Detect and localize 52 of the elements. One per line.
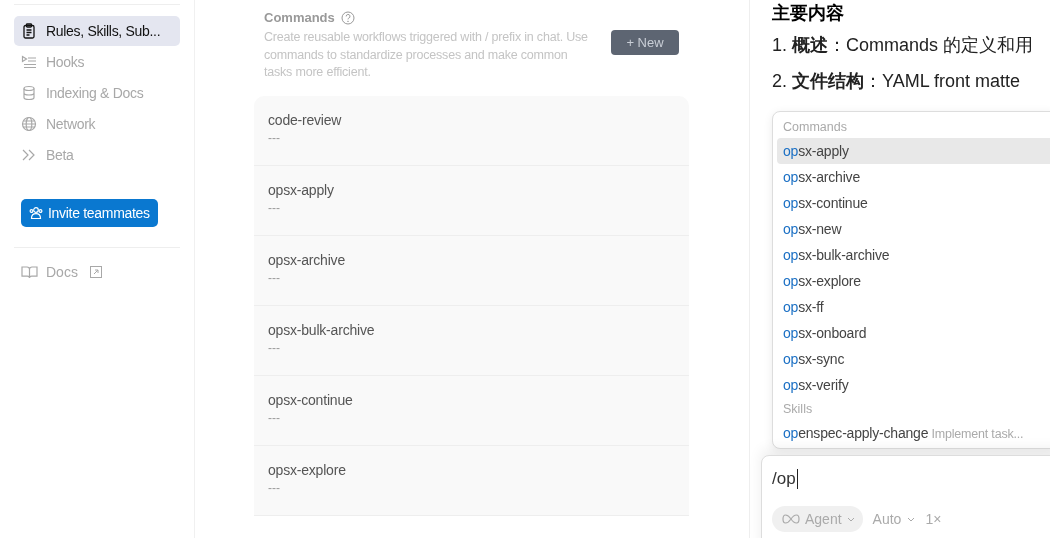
command-detail: --- bbox=[268, 340, 280, 355]
suggestion-item[interactable]: opsx-verify bbox=[777, 372, 1050, 398]
suggestion-item[interactable]: opsx-sync bbox=[777, 346, 1050, 372]
section-title: Commands bbox=[264, 10, 335, 25]
database-icon bbox=[21, 85, 37, 101]
sidebar-item[interactable]: Rules, Skills, Sub... bbox=[14, 16, 180, 46]
clipboard-icon bbox=[21, 23, 37, 39]
suggestion-item[interactable]: opsx-onboard bbox=[777, 320, 1050, 346]
chevron-down-icon bbox=[846, 516, 855, 522]
command-row[interactable]: opsx-continue --- bbox=[254, 375, 689, 446]
command-detail: --- bbox=[268, 410, 280, 425]
popup-section-title: Skills bbox=[782, 401, 814, 418]
message-line: 2. 文件结构：YAML front matte bbox=[772, 70, 1022, 93]
suggestion-item[interactable]: opsx-apply bbox=[777, 138, 1050, 164]
chevron-down-icon bbox=[907, 516, 916, 522]
command-name: code-review bbox=[268, 111, 342, 128]
external-link-icon bbox=[89, 266, 102, 278]
new-button[interactable]: + New bbox=[611, 30, 679, 55]
suggestion-item[interactable]: opsx-ff bbox=[777, 294, 1050, 320]
command-detail: --- bbox=[268, 270, 280, 285]
people-icon bbox=[29, 206, 43, 220]
suggestion-item[interactable]: opsx-archive bbox=[777, 164, 1050, 190]
invite-button[interactable]: Invite teammates bbox=[21, 199, 158, 227]
input-text: /op bbox=[772, 469, 796, 489]
command-row[interactable]: opsx-bulk-archive --- bbox=[254, 305, 689, 376]
book-icon bbox=[21, 264, 38, 280]
command-name: opsx-bulk-archive bbox=[268, 321, 375, 338]
chevrons-icon bbox=[21, 147, 37, 163]
command-name: opsx-continue bbox=[268, 391, 353, 408]
command-detail: --- bbox=[268, 200, 280, 215]
command-detail: --- bbox=[268, 130, 280, 145]
command-detail: --- bbox=[268, 480, 280, 495]
command-row[interactable]: opsx-explore --- bbox=[254, 445, 689, 516]
command-row[interactable]: code-review --- bbox=[254, 95, 689, 166]
infinity-icon bbox=[782, 514, 800, 524]
suggestion-item[interactable]: opsx-bulk-archive bbox=[777, 242, 1050, 268]
chat-heading: 主要内容 bbox=[772, 2, 845, 24]
section-description: Create reusable workflows triggered with / prefix in chat. Use commands to standardize processes and make common tasks more efficient. bbox=[264, 29, 589, 81]
suggestion-item[interactable]: opsx-new bbox=[777, 216, 1050, 242]
popup-section-title: Commands bbox=[782, 119, 848, 136]
suggestion-item[interactable]: opsx-continue bbox=[777, 190, 1050, 216]
suggestion-item[interactable]: opsx-explore bbox=[777, 268, 1050, 294]
globe-icon bbox=[21, 116, 37, 132]
list-icon bbox=[21, 54, 37, 70]
command-row[interactable]: opsx-archive --- bbox=[254, 235, 689, 306]
command-name: opsx-archive bbox=[268, 251, 345, 268]
command-row[interactable]: opsx-apply --- bbox=[254, 165, 689, 236]
command-name: opsx-explore bbox=[268, 461, 346, 478]
suggestion-item[interactable]: openspec-apply-change Implement task... bbox=[777, 420, 1050, 446]
message-line: 1. 概述：Commands 的定义和用 bbox=[772, 34, 1035, 57]
help-icon[interactable] bbox=[340, 10, 355, 25]
command-name: opsx-apply bbox=[268, 181, 334, 198]
